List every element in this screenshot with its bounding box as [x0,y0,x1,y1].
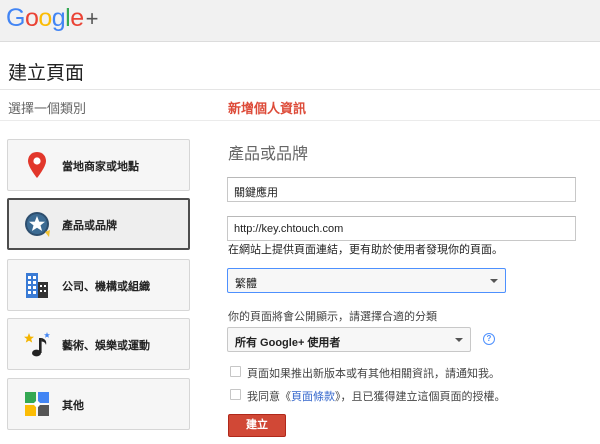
notify-checkbox-label: 頁面如果推出新版本或有其他相關資訊，請通知我。 [247,368,500,380]
page-name-input[interactable]: 關鍵應用 [227,177,576,202]
google-plus-logo[interactable]: Google+ [6,4,99,33]
notify-checkbox[interactable] [230,366,241,377]
visibility-help-text: 你的頁面將會公開顯示，請選擇合適的分類 [228,311,437,323]
terms-suffix: 》，且已獲得建立這個頁面的授權。 [335,391,506,403]
map-pin-icon [28,152,46,178]
category-label: 藝術、娛樂或運動 [62,340,150,352]
create-button[interactable]: 建立 [228,414,286,437]
audience-select-value: 所有 Google+ 使用者 [235,337,341,349]
website-url-input[interactable]: http://key.chtouch.com [227,216,576,241]
page-title: 建立頁面 [8,63,85,84]
tiles-icon [25,392,49,416]
star-badge-icon [25,212,50,237]
category-product-brand[interactable]: 產品或品牌 [7,198,190,250]
page-terms-link[interactable]: 頁面條款 [291,391,335,403]
divider [0,120,600,121]
url-help-text: 在網站上提供頁面連結，更有助於使用者發現你的頁面。 [228,244,503,256]
terms-checkbox-label: 我同意《頁面條款》，且已獲得建立這個頁面的授權。 [247,388,506,404]
terms-checkbox[interactable] [230,389,241,400]
category-label: 其他 [62,400,84,412]
category-label: 當地商家或地點 [62,161,139,173]
help-icon[interactable]: ? [483,333,495,345]
category-label: 產品或品牌 [62,220,117,232]
top-bar: Google+ [0,0,600,42]
category-select[interactable]: 繁體 [227,268,506,293]
category-company-organization[interactable]: 公司、機構或組織 [7,259,190,311]
step-add-info: 新增個人資訊 [228,101,307,116]
chevron-down-icon [490,279,498,283]
category-local-business[interactable]: 當地商家或地點 [7,139,190,191]
step-choose-category: 選擇一個類別 [8,101,87,116]
terms-prefix: 我同意《 [247,391,291,403]
category-label: 公司、機構或組織 [62,281,150,293]
category-arts-entertainment[interactable]: 藝術、娛樂或運動 [7,318,190,370]
form-heading: 產品或品牌 [228,146,309,163]
category-select-value: 繁體 [235,278,257,290]
audience-select[interactable]: 所有 Google+ 使用者 [227,327,471,352]
building-icon [26,273,48,298]
divider [0,89,600,90]
category-other[interactable]: 其他 [7,378,190,430]
music-note-icon [24,332,50,357]
chevron-down-icon [455,338,463,342]
